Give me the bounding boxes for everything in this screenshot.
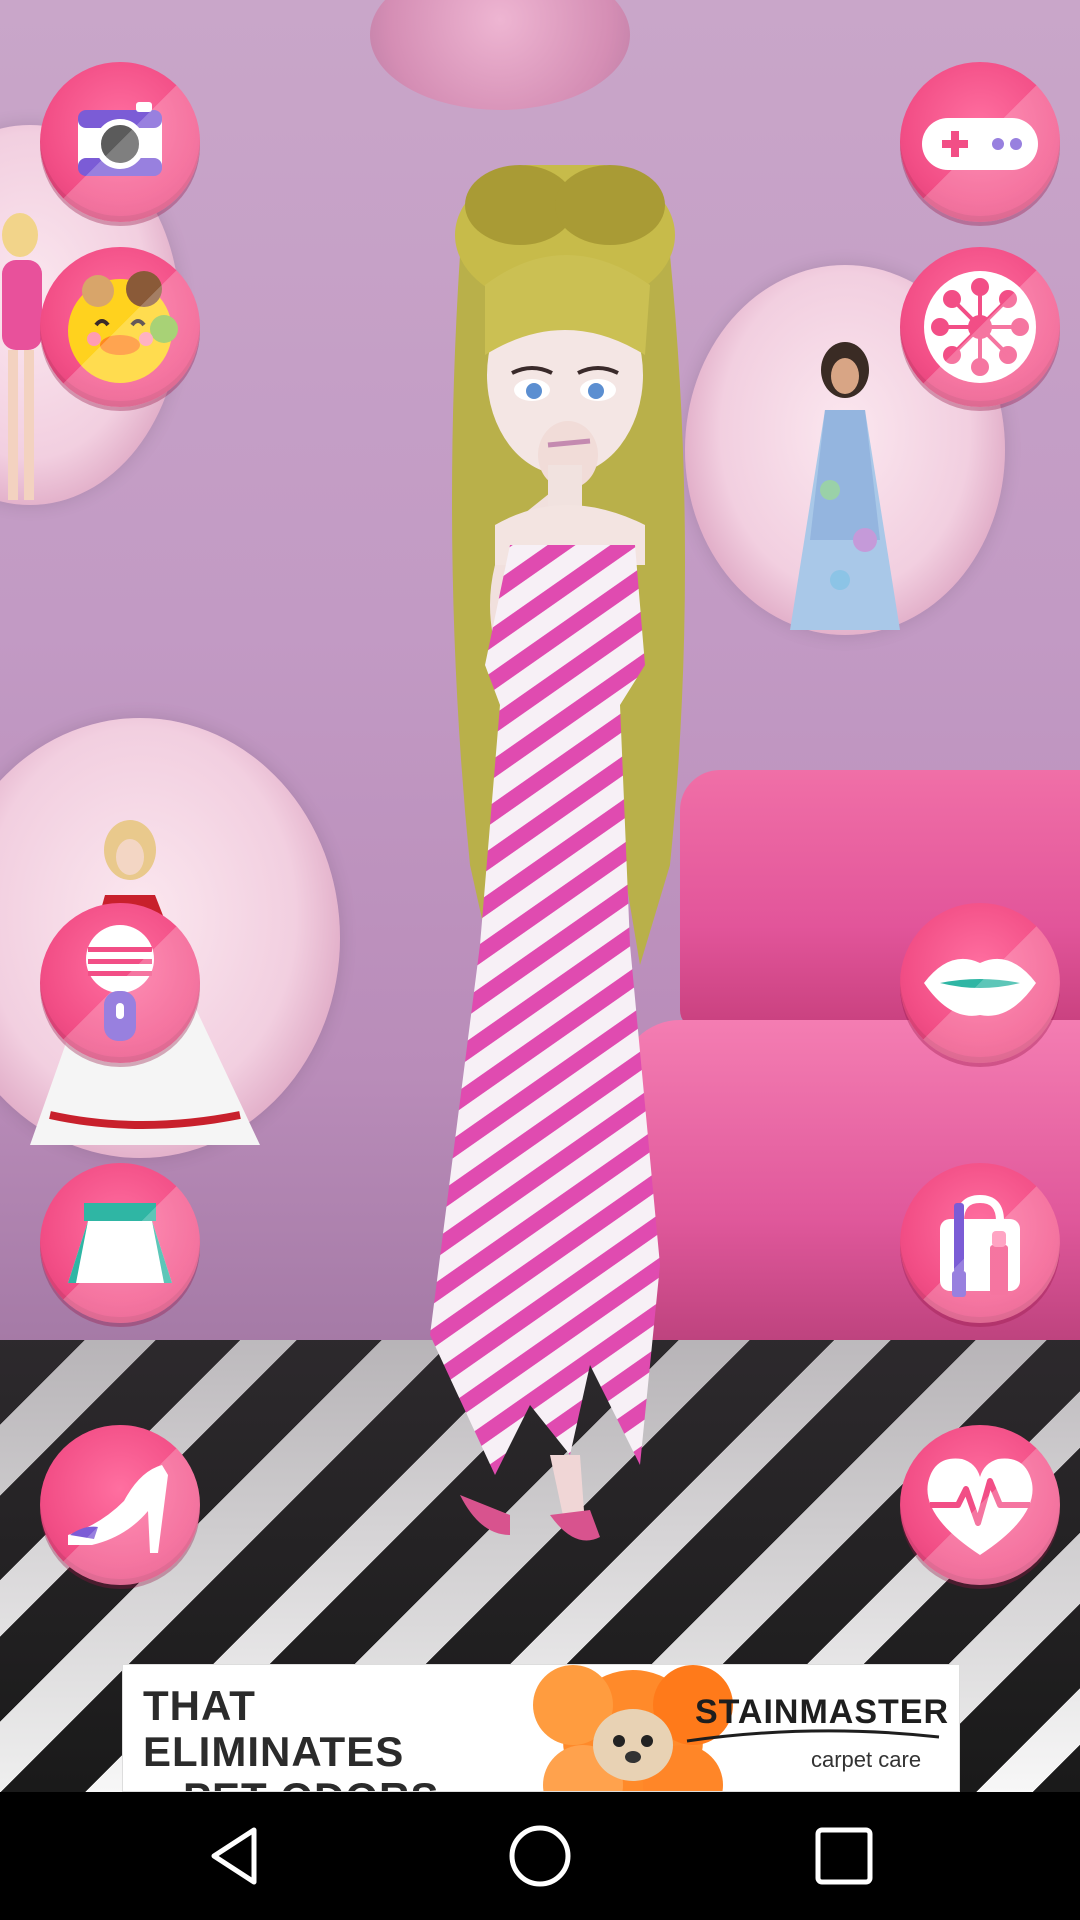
skirt-icon: [68, 1203, 172, 1283]
hair-bow-icon: [924, 271, 1036, 383]
ad-brand-subtitle: carpet care: [811, 1747, 922, 1772]
camera-icon: [78, 102, 162, 176]
lips-icon: [924, 958, 1036, 1016]
makeup-button[interactable]: [900, 1163, 1060, 1323]
ad-headline-line2: PET ODORS: [143, 1775, 463, 1792]
ad-headline: THAT ELIMINATES PET ODORS: [143, 1683, 463, 1792]
back-button[interactable]: [196, 1816, 276, 1896]
recents-square-icon: [815, 1827, 873, 1885]
home-button[interactable]: [500, 1816, 580, 1896]
hair-button[interactable]: [900, 247, 1060, 407]
doll-character[interactable]: [400, 165, 730, 1555]
high-heel-shoe-icon: [68, 1465, 168, 1553]
microphone-button[interactable]: [40, 903, 200, 1063]
microphone-icon: [86, 925, 154, 1041]
ad-headline-line1: THAT ELIMINATES: [143, 1682, 405, 1775]
pet-duck-icon: [68, 271, 178, 383]
lips-button[interactable]: [900, 903, 1060, 1063]
health-button[interactable]: [900, 1425, 1060, 1585]
games-button[interactable]: [900, 62, 1060, 222]
clothes-button[interactable]: [40, 1163, 200, 1323]
ad-brand-swoosh: [686, 1729, 940, 1743]
back-triangle-icon: [211, 1827, 257, 1885]
system-navigation-bar: [0, 1792, 1080, 1920]
ceiling-bubble: [370, 0, 630, 110]
doll-figure-right: [790, 342, 900, 630]
shoes-button[interactable]: [40, 1425, 200, 1585]
gamepad-icon: [922, 118, 1038, 170]
makeup-bag-icon: [940, 1194, 1020, 1297]
heart-pulse-icon: [927, 1458, 1033, 1555]
camera-button[interactable]: [40, 62, 200, 222]
pets-button[interactable]: [40, 247, 200, 407]
home-circle-icon: [509, 1825, 571, 1887]
ad-banner[interactable]: THAT ELIMINATES PET ODORS STAINMASTER ca…: [122, 1664, 960, 1792]
recents-button[interactable]: [804, 1816, 884, 1896]
